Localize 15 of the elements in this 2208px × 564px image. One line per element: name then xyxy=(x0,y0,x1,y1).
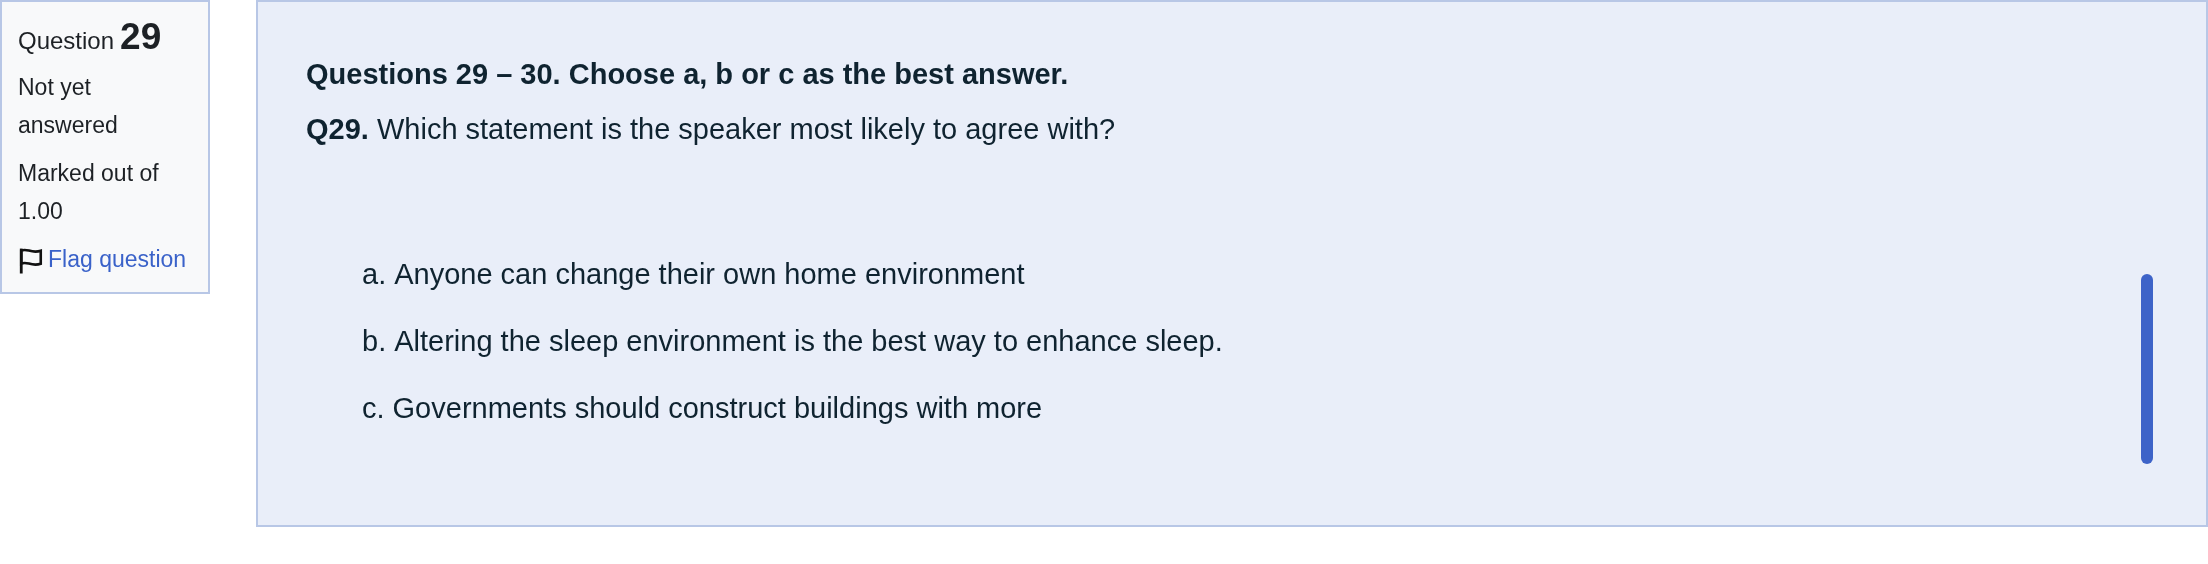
option-letter: a. xyxy=(362,258,387,291)
question-number: 29 xyxy=(120,16,162,58)
flag-question-link[interactable]: Flag question xyxy=(48,246,187,272)
option-text[interactable]: Altering the sleep environment is the best way to enhance sleep. xyxy=(394,325,1223,358)
option-letter: b. xyxy=(362,325,387,358)
question-instruction: Questions 29 – 30. Choose a, b or c as the best answer. xyxy=(306,58,1070,91)
flag-icon[interactable] xyxy=(18,246,44,275)
option-text[interactable]: Anyone can change their own home environment xyxy=(394,258,1025,291)
option-letter: c. xyxy=(362,392,385,425)
question-label: Question xyxy=(18,27,115,55)
question-prompt: Q29. Which statement is the speaker most likely to agree with? xyxy=(306,113,1117,146)
scrollbar-thumb[interactable] xyxy=(2141,274,2153,464)
option-text[interactable]: Governments should construct buildings with more xyxy=(392,392,1043,425)
marks-text: Marked out of 1.00 xyxy=(18,159,160,226)
answer-status: Not yet answered xyxy=(18,73,119,140)
